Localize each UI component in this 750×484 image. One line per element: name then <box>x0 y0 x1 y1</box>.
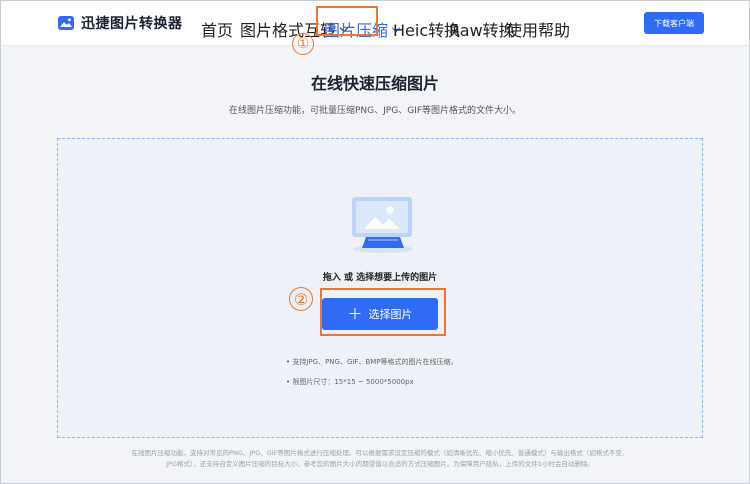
nav-label: 使用帮助 <box>506 21 571 40</box>
upload-dropzone[interactable]: 拖入 或 选择想要上传的图片 ＋ 选择图片 • 支持JPG、PNG、GIF、BM… <box>57 138 703 438</box>
page-title: 在线快速压缩图片 <box>310 74 439 93</box>
nav-item-raw[interactable]: Raw转换 <box>449 17 515 41</box>
upload-image-illustration-icon <box>352 197 413 253</box>
note-size-limit: • 限图片尺寸：15*15 ~ 5000*5000px <box>286 378 414 386</box>
plus-icon: ＋ <box>347 304 363 323</box>
select-image-button[interactable]: ＋ 选择图片 <box>322 298 438 330</box>
footer-description: 在线图片压缩功能，支持对常见的PNG、JPG、GIF等图片格式进行压缩处理。可以… <box>75 448 685 470</box>
nav-label: Raw转换 <box>449 21 515 40</box>
nav-label: 首页 <box>201 21 234 40</box>
download-client-button[interactable]: 下载客户端 <box>644 12 704 34</box>
step2-marker: ② <box>289 287 313 311</box>
logo[interactable]: 迅捷图片转换器 <box>57 13 183 33</box>
footer-line: 在线图片压缩功能，支持对常见的PNG、JPG、GIF等图片格式进行压缩处理。可以… <box>131 449 629 457</box>
logo-text: 迅捷图片转换器 <box>81 16 183 32</box>
step1-marker: ① <box>292 33 314 55</box>
upload-notes: • 支持JPG、PNG、GIF、BMP等格式的图片在线压缩。 • 限图片尺寸：1… <box>286 352 458 392</box>
nav-item-home[interactable]: 首页 <box>201 17 233 41</box>
image-logo-icon <box>58 16 74 30</box>
footer-line: JPG格式），还支持自定义图片压缩的目标大小，参考您的图片大小的期望值以合适的方… <box>166 460 594 468</box>
drop-hint-text: 拖入 或 选择想要上传的图片 <box>322 273 438 283</box>
note-formats: • 支持JPG、PNG、GIF、BMP等格式的图片在线压缩。 <box>286 358 458 366</box>
page-subtitle: 在线图片压缩功能，可批量压缩PNG、JPG、GIF等图片格式的文件大小。 <box>229 106 521 116</box>
step1-highlight-box <box>316 6 378 36</box>
select-image-label: 选择图片 <box>368 308 413 321</box>
nav-item-help[interactable]: 使用帮助 <box>506 17 570 41</box>
